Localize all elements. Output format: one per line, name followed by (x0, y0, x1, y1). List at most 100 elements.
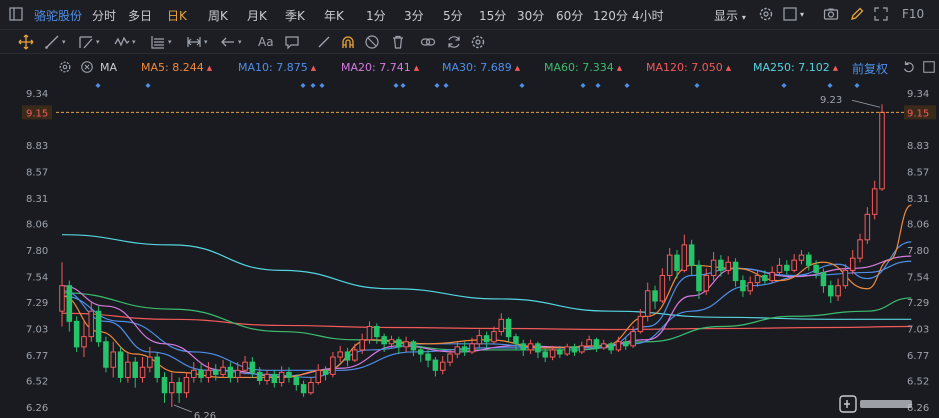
candle-31[interactable] (286, 367, 292, 383)
candle-58[interactable] (483, 331, 490, 348)
event-marker-2[interactable] (300, 83, 306, 88)
ma-legend-item-2[interactable]: MA20: 7.741 ▲ (341, 61, 419, 74)
candle-112[interactable] (879, 104, 885, 191)
candle-70[interactable] (571, 343, 578, 357)
candle-91[interactable] (725, 256, 732, 275)
fibonacci-tool-dropdown-icon[interactable]: ▾ (168, 38, 172, 46)
period-tab-12[interactable]: 60分 (556, 7, 583, 24)
candle-72[interactable] (586, 335, 592, 348)
candle-61[interactable] (505, 317, 512, 342)
trash-icon[interactable] (390, 34, 406, 50)
candle-1[interactable] (66, 280, 73, 332)
candle-51[interactable] (432, 357, 439, 377)
hide-drawings-icon[interactable] (364, 34, 380, 50)
ma-legend-item-0[interactable]: MA5: 8.244 ▲ (141, 61, 212, 74)
candle-18[interactable] (191, 362, 197, 383)
period-tab-6[interactable]: 年K (324, 7, 344, 24)
move-crosshair-icon[interactable] (18, 34, 34, 50)
ma-legend-item-6[interactable]: MA250: 7.102 ▲ (753, 61, 838, 74)
candle-9[interactable] (125, 351, 131, 383)
candle-21[interactable] (212, 364, 219, 381)
pencil-icon[interactable] (849, 6, 865, 22)
candle-80[interactable] (644, 282, 651, 322)
candle-73[interactable] (593, 337, 600, 352)
undo-icon[interactable] (902, 60, 916, 74)
fullscreen-icon[interactable] (873, 6, 889, 22)
line-tool-icon[interactable] (44, 34, 60, 50)
event-marker-5[interactable] (393, 83, 399, 88)
arrow-tool-dropdown-icon[interactable]: ▾ (238, 38, 242, 46)
candle-98[interactable] (776, 258, 783, 277)
checkbox-dropdown-icon[interactable]: ▾ (800, 10, 804, 19)
candle-13[interactable] (154, 351, 160, 383)
candle-99[interactable] (784, 260, 790, 275)
f10-button[interactable]: F10 (902, 7, 924, 21)
candle-93[interactable] (740, 275, 746, 297)
period-tab-11[interactable]: 30分 (517, 7, 544, 24)
event-marker-16[interactable] (854, 83, 860, 88)
candle-77[interactable] (622, 337, 629, 350)
event-marker-14[interactable] (781, 83, 787, 88)
candle-37[interactable] (330, 351, 336, 378)
stock-name[interactable]: 骆驼股份 (34, 7, 82, 24)
period-tab-8[interactable]: 3分 (404, 7, 424, 24)
event-marker-10[interactable] (580, 83, 586, 88)
ma-legend-item-4[interactable]: MA60: 7.334 ▲ (544, 61, 622, 74)
text-tool-button[interactable]: Aa (258, 35, 274, 49)
candle-12[interactable] (147, 346, 153, 373)
event-marker-1[interactable] (145, 83, 151, 88)
camera-icon[interactable] (823, 6, 839, 22)
candle-5[interactable] (95, 306, 102, 347)
candle-28[interactable] (264, 370, 270, 385)
period-tab-0[interactable]: 分时 (92, 7, 116, 24)
candle-87[interactable] (696, 260, 702, 299)
candle-75[interactable] (608, 341, 614, 354)
candle-0[interactable] (59, 262, 65, 327)
candle-63[interactable] (520, 339, 527, 357)
adjust-mode-button[interactable]: 前复权 (852, 60, 888, 77)
checkbox-icon[interactable] (782, 6, 798, 22)
candle-17[interactable] (183, 372, 190, 398)
period-tab-13[interactable]: 120分 (593, 7, 628, 24)
range-tool-icon[interactable] (186, 34, 202, 50)
candle-34[interactable] (308, 377, 314, 395)
wave-tool-icon[interactable] (114, 34, 130, 50)
candle-111[interactable] (871, 180, 878, 220)
candle-6[interactable] (103, 336, 109, 373)
ma-legend-item-3[interactable]: MA30: 7.689 ▲ (442, 61, 520, 74)
candle-10[interactable] (132, 357, 138, 388)
candle-50[interactable] (425, 349, 431, 368)
period-tab-3[interactable]: 周K (208, 7, 228, 24)
candle-79[interactable] (637, 309, 644, 334)
candle-36[interactable] (322, 366, 329, 381)
candle-86[interactable] (688, 239, 695, 276)
candle-14[interactable] (161, 372, 168, 403)
event-marker-11[interactable] (595, 83, 601, 88)
candle-104[interactable] (820, 268, 827, 293)
drawing-settings-icon[interactable] (470, 34, 486, 50)
comment-tool-icon[interactable] (284, 34, 300, 50)
candlestick-chart[interactable]: 9.15 9.15 9.34 9.34 8.83 8.83 8.57 8.57 8.31 8.3… (0, 78, 939, 418)
arrow-tool-icon[interactable] (220, 34, 236, 50)
link-icon[interactable] (420, 34, 436, 50)
candle-8[interactable] (117, 346, 124, 383)
event-marker-3[interactable] (310, 83, 316, 88)
event-marker-6[interactable] (400, 83, 406, 88)
ma-type-label[interactable]: MA (100, 61, 117, 74)
candle-94[interactable] (747, 276, 753, 295)
period-tab-1[interactable]: 多日 (128, 7, 152, 24)
candle-3[interactable] (81, 321, 87, 358)
candle-97[interactable] (769, 266, 775, 283)
indicator-settings-icon[interactable] (58, 60, 72, 74)
candle-20[interactable] (205, 362, 212, 383)
candle-106[interactable] (835, 278, 841, 301)
period-tab-7[interactable]: 1分 (366, 7, 386, 24)
candle-2[interactable] (73, 316, 80, 352)
refresh-icon[interactable] (446, 34, 462, 50)
magnet-icon[interactable] (340, 34, 356, 50)
event-marker-9[interactable] (519, 83, 525, 88)
candle-35[interactable] (315, 364, 322, 385)
candle-110[interactable] (864, 207, 871, 244)
candle-83[interactable] (666, 247, 673, 281)
candle-109[interactable] (857, 233, 863, 263)
